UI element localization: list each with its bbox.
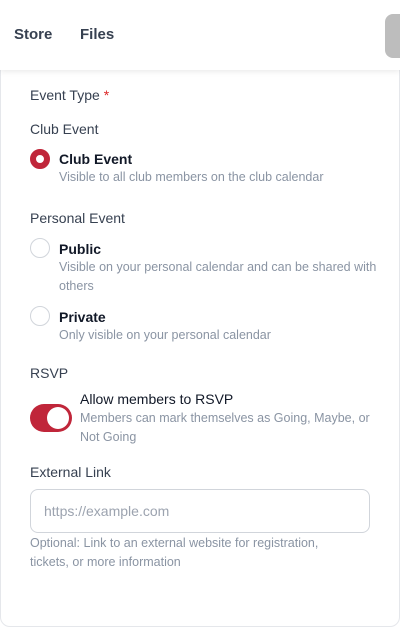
private-radio[interactable] [30,306,50,326]
private-option-title[interactable]: Private [59,309,106,325]
rsvp-toggle-knob [47,407,69,429]
public-option-description: Visible on your personal calendar and ca… [59,260,377,293]
nav-link-store[interactable]: Store [14,26,52,43]
club-event-option-title[interactable]: Club Event [59,151,132,167]
private-option-description: Only visible on your personal calendar [59,328,271,342]
club-event-option-description: Visible to all club members on the club … [59,170,324,184]
external-link-label: External Link [30,464,111,480]
public-option-title[interactable]: Public [59,241,101,257]
required-marker: * [103,87,110,103]
top-nav-bar: Store Files [0,0,400,70]
rsvp-toggle-description: Members can mark themselves as Going, Ma… [80,411,370,444]
club-event-radio[interactable] [30,149,50,169]
rsvp-toggle-title[interactable]: Allow members to RSVP [80,391,233,407]
rsvp-toggle[interactable] [30,404,72,432]
nav-link-files[interactable]: Files [80,26,114,43]
public-radio[interactable] [30,238,50,258]
external-link-input[interactable] [30,489,370,533]
club-event-section-label: Club Event [30,121,99,137]
event-type-label-text: Event Type [30,87,100,103]
rsvp-section-label: RSVP [30,365,69,381]
user-avatar-button[interactable] [385,14,400,58]
event-type-label: Event Type * [30,87,109,103]
personal-event-section-label: Personal Event [30,210,125,226]
external-link-help-text: Optional: Link to an external website fo… [30,536,319,569]
